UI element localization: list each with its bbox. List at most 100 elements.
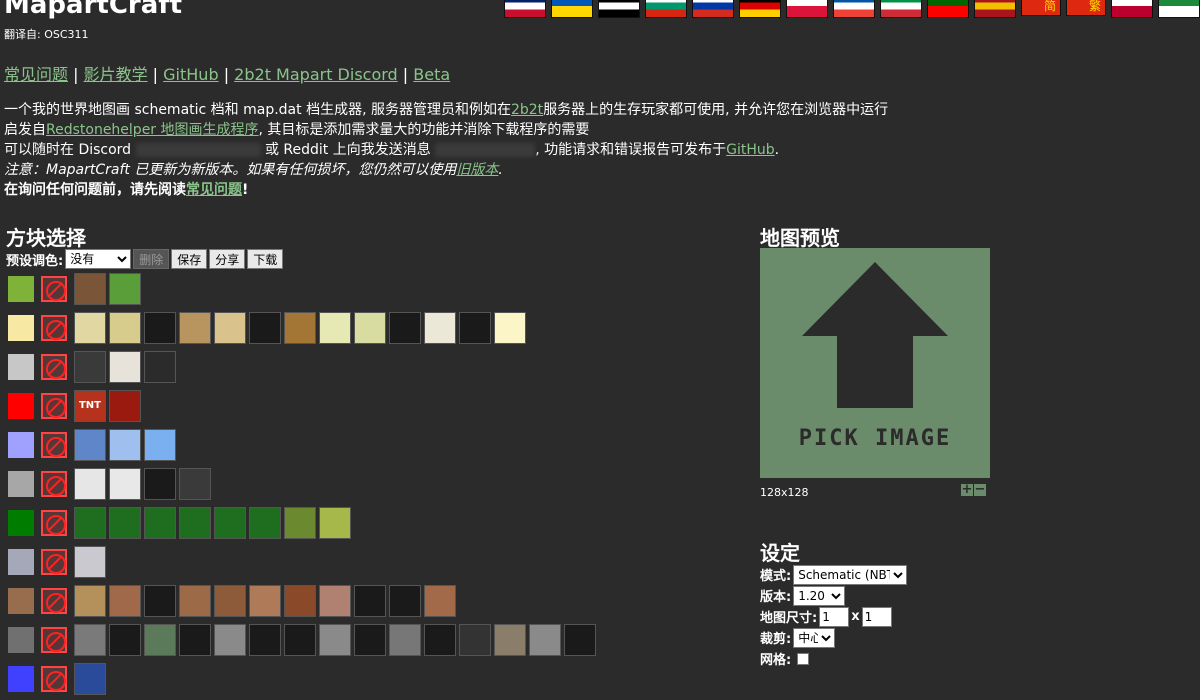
block-tile[interactable] <box>214 585 246 617</box>
block-tile[interactable] <box>354 312 386 344</box>
block-tile[interactable] <box>389 624 421 656</box>
nav-discord-link[interactable]: 2b2t Mapart Discord <box>234 65 398 84</box>
none-block-icon[interactable] <box>41 432 67 458</box>
block-tile[interactable] <box>144 312 176 344</box>
github-issues-link[interactable]: GitHub <box>726 142 775 158</box>
block-tile[interactable] <box>74 351 106 383</box>
nav-faq-link[interactable]: 常见问题 <box>4 65 68 84</box>
block-tile[interactable] <box>144 507 176 539</box>
download-button[interactable]: 下载 <box>247 249 284 269</box>
block-tile[interactable] <box>459 312 491 344</box>
flag-it-icon[interactable] <box>880 0 922 18</box>
2b2t-link[interactable]: 2b2t <box>511 102 543 118</box>
block-tile[interactable] <box>389 585 421 617</box>
block-tile[interactable] <box>249 624 281 656</box>
block-tile[interactable] <box>109 585 141 617</box>
block-tile[interactable] <box>424 585 456 617</box>
zoom-out-button[interactable]: − <box>974 483 986 496</box>
block-tile[interactable] <box>284 624 316 656</box>
flag-de-old-icon[interactable] <box>598 0 640 18</box>
none-block-icon[interactable] <box>41 510 67 536</box>
block-tile[interactable] <box>144 468 176 500</box>
flag-en-icon[interactable] <box>504 0 546 18</box>
block-tile[interactable] <box>74 624 106 656</box>
block-tile[interactable]: TNT <box>74 390 106 422</box>
none-block-icon[interactable] <box>41 588 67 614</box>
flag-bg-icon[interactable] <box>645 0 687 18</box>
block-tile[interactable] <box>249 312 281 344</box>
block-tile[interactable] <box>74 663 106 695</box>
block-tile[interactable] <box>109 507 141 539</box>
flag-zh-tw-icon[interactable]: 繁 <box>1066 0 1106 16</box>
none-block-icon[interactable] <box>41 666 67 692</box>
save-button[interactable]: 保存 <box>171 249 208 269</box>
block-tile[interactable] <box>74 429 106 461</box>
block-tile[interactable] <box>494 624 526 656</box>
block-tile[interactable] <box>389 312 421 344</box>
none-block-icon[interactable] <box>41 354 67 380</box>
mapsize-width-input[interactable] <box>819 606 850 627</box>
version-select[interactable]: 1.20 <box>793 585 846 606</box>
block-tile[interactable] <box>109 273 141 305</box>
block-tile[interactable] <box>249 585 281 617</box>
flag-zh-cn-icon[interactable]: 简 <box>1021 0 1061 16</box>
nav-github-link[interactable]: GitHub <box>163 65 218 84</box>
block-tile[interactable] <box>144 429 176 461</box>
faq-link[interactable]: 常见问题 <box>186 182 242 198</box>
block-tile[interactable] <box>319 624 351 656</box>
block-tile[interactable] <box>74 273 106 305</box>
nav-video-link[interactable]: 影片教学 <box>84 65 148 84</box>
flag-ua-icon[interactable] <box>551 0 593 18</box>
block-tile[interactable] <box>74 312 106 344</box>
none-block-icon[interactable] <box>41 627 67 653</box>
none-block-icon[interactable] <box>41 471 67 497</box>
mapsize-height-input[interactable] <box>861 606 892 627</box>
crop-select[interactable]: 中心 <box>793 627 836 648</box>
flag-extra-icon[interactable] <box>1158 0 1200 18</box>
zoom-in-button[interactable]: + <box>961 483 973 496</box>
redstonehelper-link[interactable]: Redstonehelper 地图画生成程序 <box>46 122 259 138</box>
flag-de-icon[interactable] <box>739 0 781 18</box>
block-tile[interactable] <box>144 624 176 656</box>
block-tile[interactable] <box>109 390 141 422</box>
block-tile[interactable] <box>214 312 246 344</box>
block-tile[interactable] <box>179 312 211 344</box>
none-block-icon[interactable] <box>41 276 67 302</box>
block-tile[interactable] <box>144 585 176 617</box>
none-block-icon[interactable] <box>41 393 67 419</box>
mode-select[interactable]: Schematic (NBT) <box>793 564 908 585</box>
block-tile[interactable] <box>214 507 246 539</box>
none-block-icon[interactable] <box>41 549 67 575</box>
block-tile[interactable] <box>214 624 246 656</box>
block-tile[interactable] <box>74 468 106 500</box>
block-tile[interactable] <box>109 429 141 461</box>
block-tile[interactable] <box>284 312 316 344</box>
preset-select[interactable]: 没有 <box>65 249 132 269</box>
block-tile[interactable] <box>354 585 386 617</box>
block-tile[interactable] <box>179 585 211 617</box>
none-block-icon[interactable] <box>41 315 67 341</box>
flag-es-icon[interactable] <box>974 0 1016 18</box>
block-tile[interactable] <box>564 624 596 656</box>
block-tile[interactable] <box>319 507 351 539</box>
flag-pt-icon[interactable] <box>927 0 969 18</box>
block-tile[interactable] <box>109 624 141 656</box>
block-tile[interactable] <box>109 351 141 383</box>
block-tile[interactable] <box>74 585 106 617</box>
old-version-link[interactable]: 旧版本 <box>456 162 498 178</box>
block-tile[interactable] <box>529 624 561 656</box>
block-tile[interactable] <box>249 507 281 539</box>
grid-checkbox[interactable] <box>797 652 810 665</box>
block-tile[interactable] <box>494 312 526 344</box>
flag-pl-icon[interactable] <box>786 0 828 18</box>
block-tile[interactable] <box>284 507 316 539</box>
share-button[interactable]: 分享 <box>209 249 246 269</box>
block-tile[interactable] <box>179 507 211 539</box>
map-preview[interactable]: PICK IMAGE <box>760 248 990 478</box>
nav-beta-link[interactable]: Beta <box>413 65 450 84</box>
block-tile[interactable] <box>74 507 106 539</box>
block-tile[interactable] <box>144 351 176 383</box>
block-tile[interactable] <box>179 468 211 500</box>
block-tile[interactable] <box>354 624 386 656</box>
flag-ru-icon[interactable] <box>692 0 734 18</box>
